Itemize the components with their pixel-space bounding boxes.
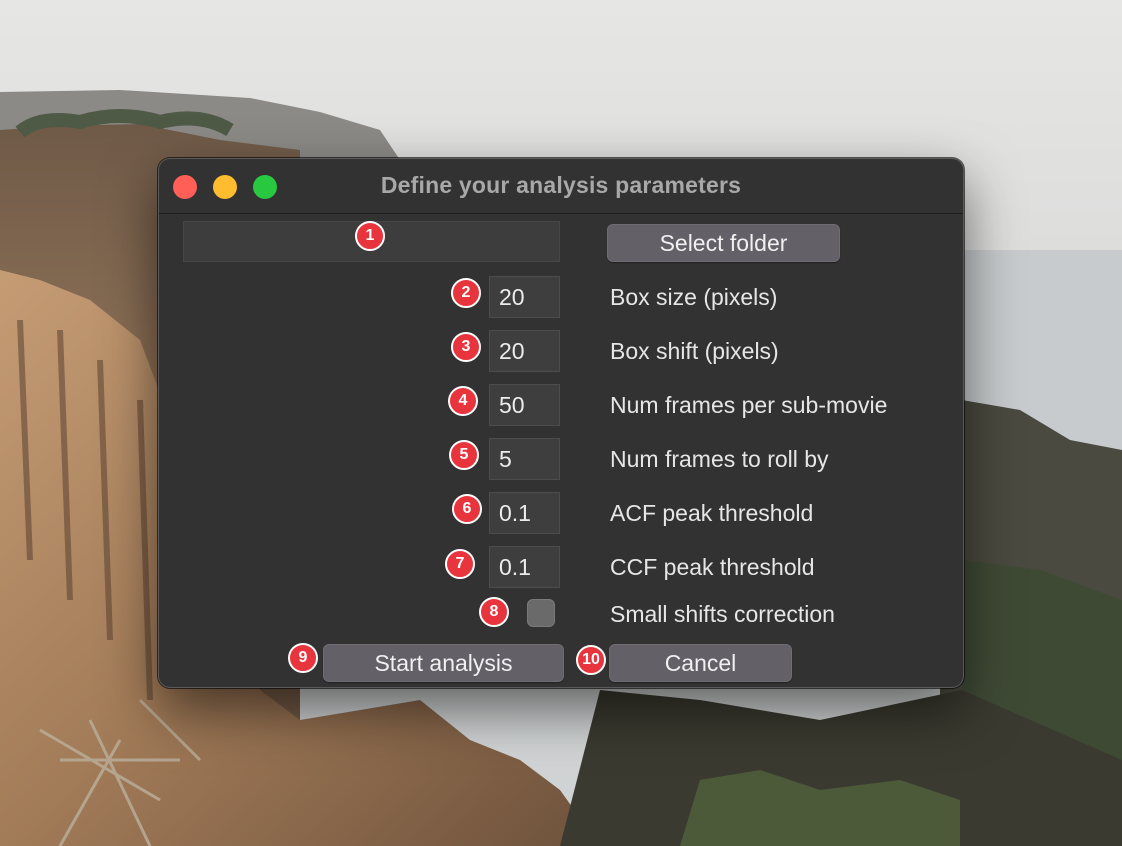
frames-to-roll-by-input[interactable]: 5 (489, 438, 560, 480)
param-row-frames-per-sub-movie: 50 Num frames per sub-movie (159, 384, 963, 428)
acf-peak-threshold-label: ACF peak threshold (610, 500, 814, 526)
small-shifts-correction-checkbox[interactable] (527, 599, 555, 627)
window-title: Define your analysis parameters (380, 172, 742, 198)
param-row-box-size: 20 Box size (pixels) (159, 276, 963, 320)
annotation-marker-10: 10 (576, 645, 606, 675)
annotation-marker-8: 8 (479, 597, 509, 627)
annotation-marker-1: 1 (355, 221, 385, 251)
param-row-acf-threshold: 0.1 ACF peak threshold (159, 492, 963, 536)
frames-per-sub-movie-input[interactable]: 50 (489, 384, 560, 426)
annotation-marker-5: 5 (449, 440, 479, 470)
box-size-input[interactable]: 20 (489, 276, 560, 318)
frames-per-sub-movie-label: Num frames per sub-movie (610, 392, 888, 418)
box-shift-input[interactable]: 20 (489, 330, 560, 372)
box-size-label: Box size (pixels) (610, 284, 778, 310)
acf-peak-threshold-input[interactable]: 0.1 (489, 492, 560, 534)
frames-to-roll-by-label: Num frames to roll by (610, 446, 829, 472)
ccf-peak-threshold-input[interactable]: 0.1 (489, 546, 560, 588)
annotation-marker-3: 3 (451, 332, 481, 362)
title-bar: Define your analysis parameters (159, 159, 963, 214)
ccf-peak-threshold-label: CCF peak threshold (610, 554, 815, 580)
annotation-marker-4: 4 (448, 386, 478, 416)
annotation-marker-9: 9 (288, 643, 318, 673)
small-shifts-correction-label: Small shifts correction (610, 601, 835, 627)
param-row-box-shift: 20 Box shift (pixels) (159, 330, 963, 374)
param-row-ccf-threshold: 0.1 CCF peak threshold (159, 546, 963, 590)
select-folder-button[interactable]: Select folder (607, 224, 840, 262)
param-row-frames-to-roll-by: 5 Num frames to roll by (159, 438, 963, 482)
analysis-parameters-dialog: Define your analysis parameters Select f… (158, 158, 964, 688)
start-analysis-button[interactable]: Start analysis (323, 644, 564, 682)
cancel-button[interactable]: Cancel (609, 644, 792, 682)
annotation-marker-6: 6 (452, 494, 482, 524)
box-shift-label: Box shift (pixels) (610, 338, 779, 364)
annotation-marker-7: 7 (445, 549, 475, 579)
annotation-marker-2: 2 (451, 278, 481, 308)
